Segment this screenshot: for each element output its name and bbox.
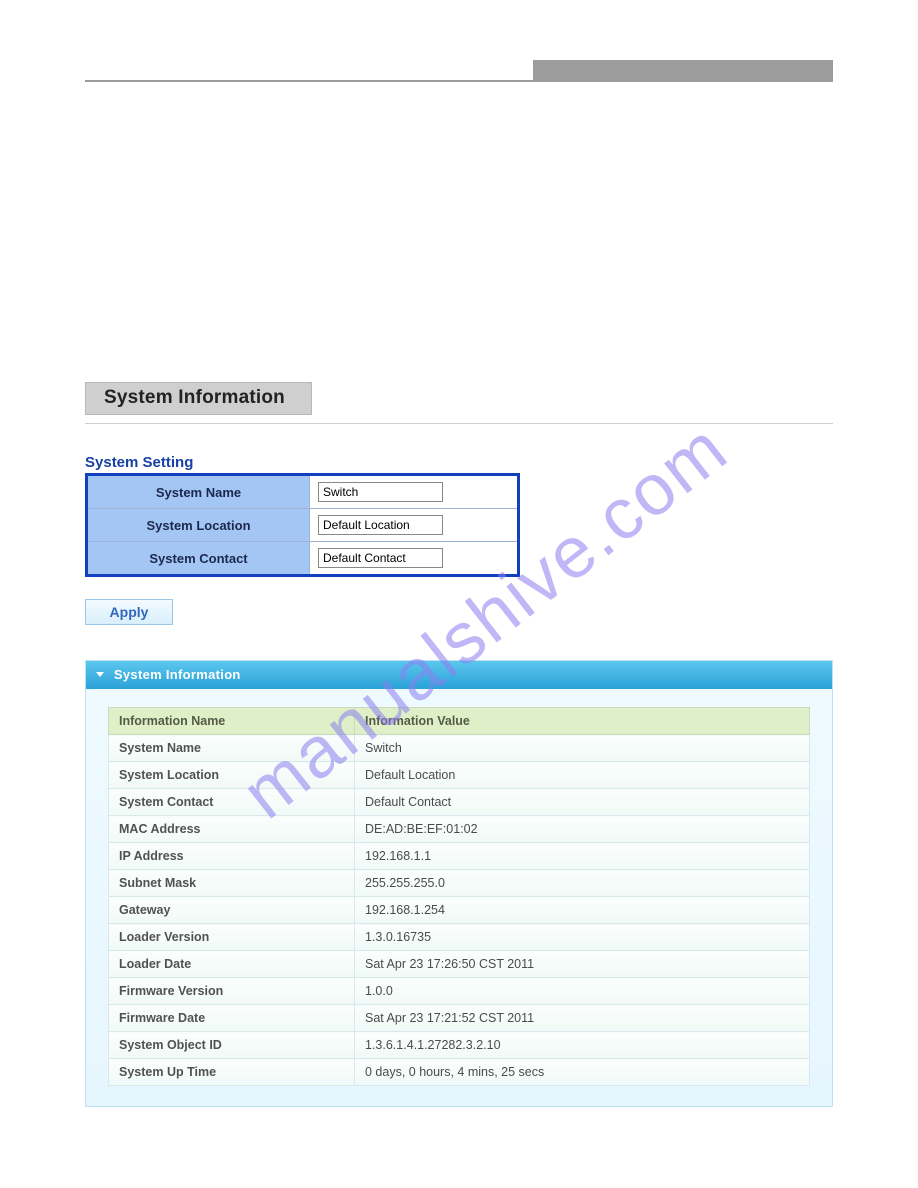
info-value: Default Contact: [355, 789, 810, 816]
info-row: Subnet Mask255.255.255.0: [109, 870, 810, 897]
setting-value-cell: [310, 542, 519, 576]
info-row: System NameSwitch: [109, 735, 810, 762]
info-name: MAC Address: [109, 816, 355, 843]
info-row: Firmware DateSat Apr 23 17:21:52 CST 201…: [109, 1005, 810, 1032]
apply-button[interactable]: Apply: [85, 599, 173, 625]
system-setting-table: System NameSystem LocationSystem Contact: [85, 473, 520, 577]
info-name: Subnet Mask: [109, 870, 355, 897]
info-name: Loader Version: [109, 924, 355, 951]
panel-header[interactable]: System Information: [86, 661, 832, 689]
info-name: Gateway: [109, 897, 355, 924]
info-row: System Object ID1.3.6.1.4.1.27282.3.2.10: [109, 1032, 810, 1059]
info-name: System Name: [109, 735, 355, 762]
info-row: System Up Time0 days, 0 hours, 4 mins, 2…: [109, 1059, 810, 1086]
info-col-value: Information Value: [355, 708, 810, 735]
info-name: Firmware Date: [109, 1005, 355, 1032]
setting-value-cell: [310, 509, 519, 542]
info-value: 192.168.1.1: [355, 843, 810, 870]
info-row: System LocationDefault Location: [109, 762, 810, 789]
setting-row: System Contact: [87, 542, 519, 576]
setting-input-0[interactable]: [318, 482, 443, 502]
setting-label: System Location: [87, 509, 310, 542]
info-value: Sat Apr 23 17:21:52 CST 2011: [355, 1005, 810, 1032]
info-row: MAC AddressDE:AD:BE:EF:01:02: [109, 816, 810, 843]
info-row: IP Address192.168.1.1: [109, 843, 810, 870]
info-value: 192.168.1.254: [355, 897, 810, 924]
setting-label: System Contact: [87, 542, 310, 576]
info-name: System Contact: [109, 789, 355, 816]
info-col-name: Information Name: [109, 708, 355, 735]
info-name: IP Address: [109, 843, 355, 870]
info-row: System ContactDefault Contact: [109, 789, 810, 816]
info-value: 1.0.0: [355, 978, 810, 1005]
info-name: System Location: [109, 762, 355, 789]
info-row: Gateway192.168.1.254: [109, 897, 810, 924]
system-information-table: Information Name Information Value Syste…: [108, 707, 810, 1086]
info-value: 255.255.255.0: [355, 870, 810, 897]
setting-label: System Name: [87, 475, 310, 509]
setting-input-1[interactable]: [318, 515, 443, 535]
divider: [85, 423, 833, 424]
info-value: 1.3.0.16735: [355, 924, 810, 951]
system-information-panel: System Information Information Name Info…: [85, 660, 833, 1107]
info-row: Loader DateSat Apr 23 17:26:50 CST 2011: [109, 951, 810, 978]
info-row: Firmware Version1.0.0: [109, 978, 810, 1005]
info-value: Sat Apr 23 17:26:50 CST 2011: [355, 951, 810, 978]
system-setting-heading: System Setting: [85, 454, 833, 471]
panel-title: System Information: [114, 667, 241, 682]
setting-row: System Name: [87, 475, 519, 509]
info-value: Switch: [355, 735, 810, 762]
info-value: 1.3.6.1.4.1.27282.3.2.10: [355, 1032, 810, 1059]
setting-row: System Location: [87, 509, 519, 542]
setting-input-2[interactable]: [318, 548, 443, 568]
info-name: Firmware Version: [109, 978, 355, 1005]
info-value: DE:AD:BE:EF:01:02: [355, 816, 810, 843]
info-name: Loader Date: [109, 951, 355, 978]
info-value: Default Location: [355, 762, 810, 789]
info-row: Loader Version1.3.0.16735: [109, 924, 810, 951]
setting-value-cell: [310, 475, 519, 509]
info-name: System Up Time: [109, 1059, 355, 1086]
page-title: System Information: [85, 382, 312, 415]
info-value: 0 days, 0 hours, 4 mins, 25 secs: [355, 1059, 810, 1086]
header-stripe: [0, 60, 918, 82]
chevron-down-icon: [96, 672, 104, 677]
info-name: System Object ID: [109, 1032, 355, 1059]
